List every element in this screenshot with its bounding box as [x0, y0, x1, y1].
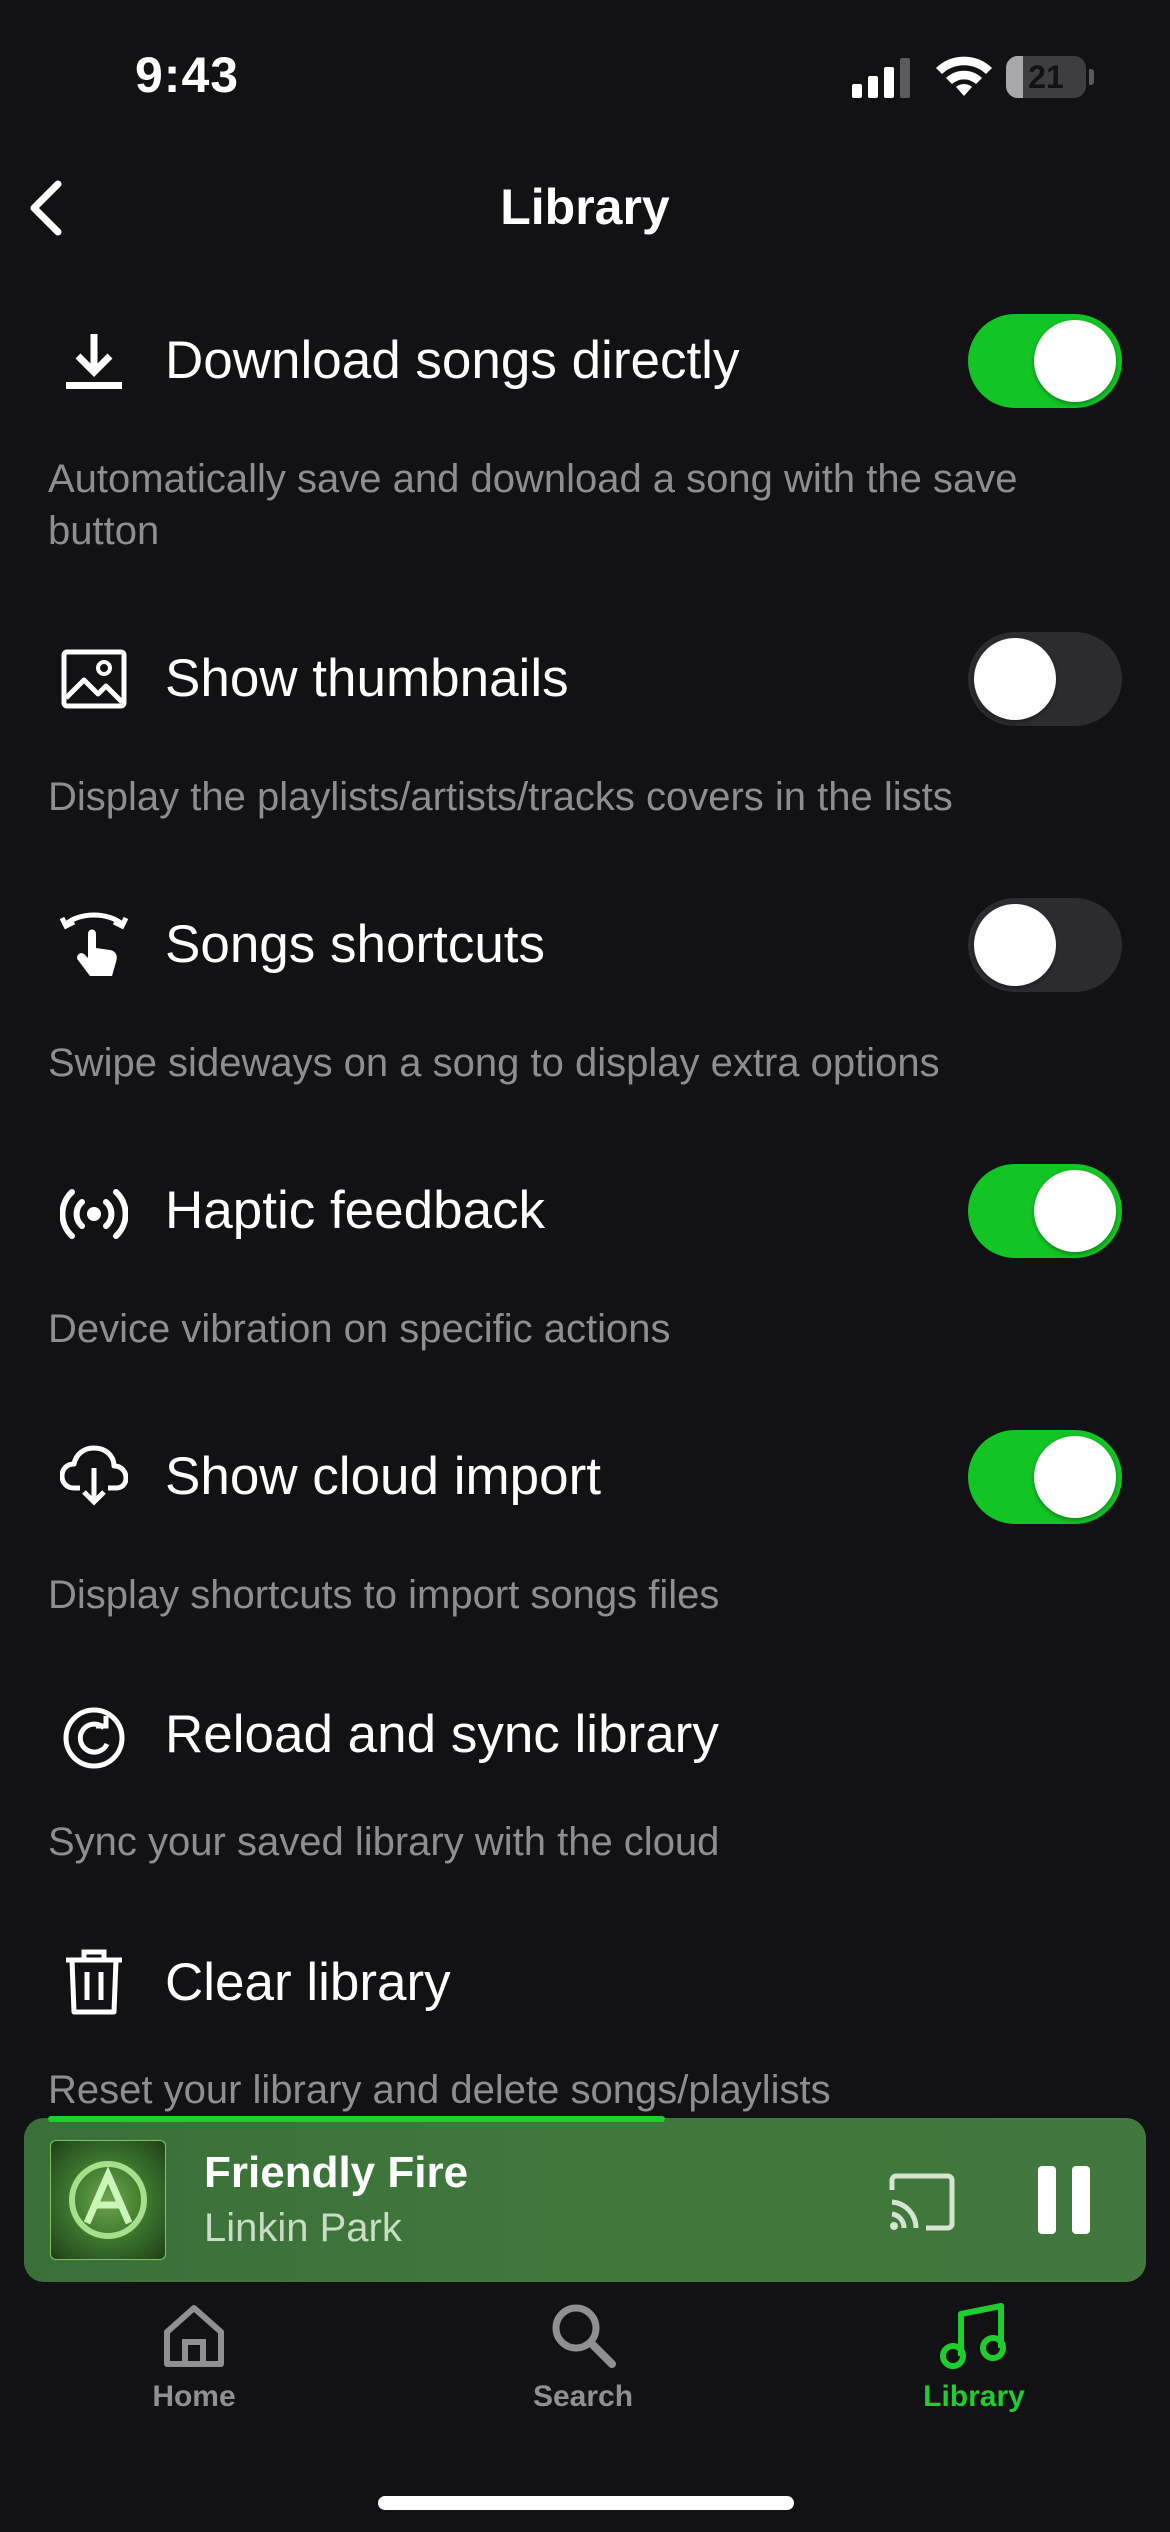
- setting-description: Display shortcuts to import songs files: [48, 1573, 720, 1617]
- mini-player[interactable]: [24, 2118, 1146, 2282]
- setting-label: Reload and sync library: [165, 1705, 719, 1764]
- search-icon: [552, 2304, 616, 2368]
- setting-description: Device vibration on specific actions: [48, 1307, 671, 1351]
- track-title: Friendly Fire: [204, 2148, 469, 2197]
- reload-sync-icon: [63, 1707, 125, 1769]
- battery-indicator: 21: [1006, 56, 1094, 100]
- tab-label: Search: [532, 2380, 634, 2413]
- trash-icon: [66, 1949, 122, 2015]
- tab-library[interactable]: Library: [874, 2300, 1074, 2414]
- swipe-gesture-icon: [60, 912, 128, 976]
- page-title: Library: [500, 179, 670, 235]
- setting-description: Automatically save and download a song w…: [48, 457, 1018, 553]
- track-artist: Linkin Park: [204, 2206, 402, 2250]
- setting-label: Show cloud import: [165, 1447, 601, 1506]
- setting-label: Songs shortcuts: [165, 915, 546, 974]
- album-logo-icon: [69, 2161, 147, 2239]
- tab-label: Home: [152, 2380, 236, 2413]
- setting-description: Swipe sideways on a song to display extr…: [48, 1041, 940, 1085]
- setting-description: Display the playlists/artists/tracks cov…: [48, 775, 953, 819]
- wifi-icon: [936, 56, 992, 96]
- pause-icon[interactable]: [1036, 2164, 1092, 2236]
- setting-label: Clear library: [165, 1953, 451, 2012]
- tab-search[interactable]: Search: [483, 2300, 683, 2414]
- status-time: 9:43: [135, 47, 240, 103]
- cloud-download-icon: [60, 1445, 128, 1506]
- tab-home[interactable]: Home: [94, 2300, 294, 2414]
- haptic-feedback-toggle[interactable]: [968, 1164, 1122, 1258]
- cast-icon[interactable]: [886, 2172, 958, 2232]
- show-cloud-import-toggle[interactable]: [968, 1430, 1122, 1524]
- music-note-icon: [940, 2303, 1006, 2369]
- tab-label: Library: [923, 2380, 1025, 2413]
- download-icon: [66, 334, 122, 389]
- setting-label: Haptic feedback: [165, 1181, 546, 1240]
- songs-shortcuts-toggle[interactable]: [968, 898, 1122, 992]
- setting-description: Reset your library and delete songs/play…: [48, 2068, 831, 2112]
- battery-percent: 21: [1028, 59, 1064, 95]
- setting-description: Sync your saved library with the cloud: [48, 1820, 720, 1864]
- image-icon: [61, 649, 127, 709]
- setting-label: Show thumbnails: [165, 649, 569, 708]
- haptic-vibration-icon: [60, 1189, 128, 1239]
- setting-label: Download songs directly: [165, 331, 740, 390]
- album-art: [50, 2140, 166, 2260]
- show-thumbnails-toggle[interactable]: [968, 632, 1122, 726]
- download-songs-toggle[interactable]: [968, 314, 1122, 408]
- home-indicator[interactable]: [378, 2496, 794, 2510]
- home-icon: [164, 2305, 224, 2367]
- cellular-signal-icon: [852, 58, 910, 98]
- playback-progress-bar: [48, 2116, 666, 2122]
